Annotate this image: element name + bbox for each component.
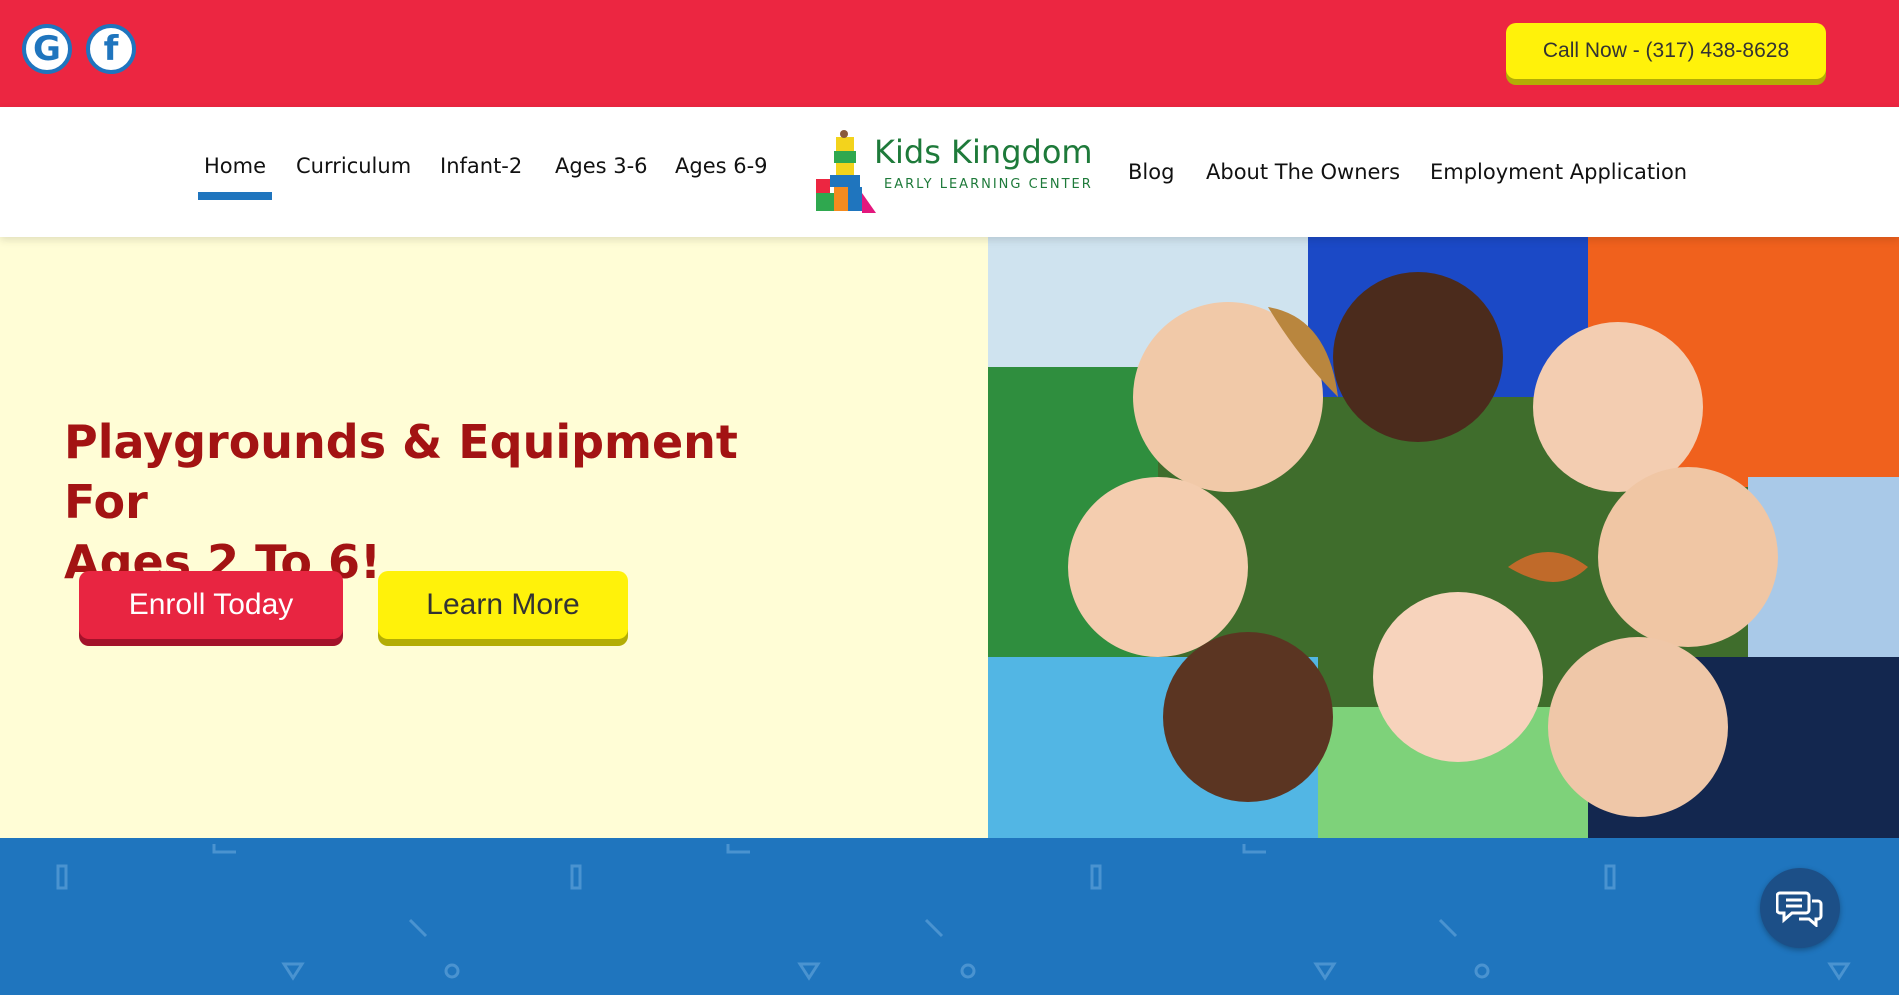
confetti-pattern <box>56 844 1851 981</box>
main-navigation: Home Curriculum Infant-2 Ages 3-6 Ages 6… <box>0 107 1899 237</box>
nav-item-employment-application[interactable]: Employment Application <box>1430 160 1687 184</box>
call-now-button[interactable]: Call Now - (317) 438-8628 <box>1506 23 1826 79</box>
logo-subtitle: EARLY LEARNING CENTER <box>884 177 1093 192</box>
top-bar: G f Call Now - (317) 438-8628 <box>0 0 1899 107</box>
nav-item-about-the-owners[interactable]: About The Owners <box>1206 160 1400 184</box>
hero-headline-line-1: Playgrounds & Equipment For <box>64 415 738 529</box>
google-icon[interactable]: G <box>22 24 72 74</box>
nav-item-blog[interactable]: Blog <box>1128 160 1174 184</box>
hero-headline: Playgrounds & Equipment For Ages 2 To 6! <box>64 412 784 592</box>
nav-item-ages-3-6[interactable]: Ages 3-6 <box>555 154 648 178</box>
footer-band <box>0 838 1899 995</box>
children-circle-photo <box>988 237 1899 838</box>
google-glyph: G <box>33 29 61 69</box>
building-blocks-icon <box>816 130 876 213</box>
hero-text-panel: Playgrounds & Equipment For Ages 2 To 6!… <box>0 237 988 838</box>
nav-item-home[interactable]: Home <box>197 154 273 200</box>
learn-more-button[interactable]: Learn More <box>378 571 628 639</box>
facebook-glyph: f <box>103 29 119 69</box>
hero-photo <box>988 237 1899 838</box>
chat-bubbles-icon <box>1776 891 1823 927</box>
chat-button[interactable] <box>1760 868 1840 948</box>
kids-kingdom-logo[interactable]: Kids Kingdom EARLY LEARNING CENTER <box>812 129 1093 213</box>
enroll-today-button[interactable]: Enroll Today <box>79 571 343 639</box>
facebook-icon[interactable]: f <box>86 24 136 74</box>
nav-item-infant-2[interactable]: Infant-2 <box>440 154 522 178</box>
nav-item-ages-6-9[interactable]: Ages 6-9 <box>675 154 768 178</box>
nav-item-curriculum[interactable]: Curriculum <box>296 154 411 178</box>
logo-title: Kids Kingdom <box>874 133 1093 171</box>
